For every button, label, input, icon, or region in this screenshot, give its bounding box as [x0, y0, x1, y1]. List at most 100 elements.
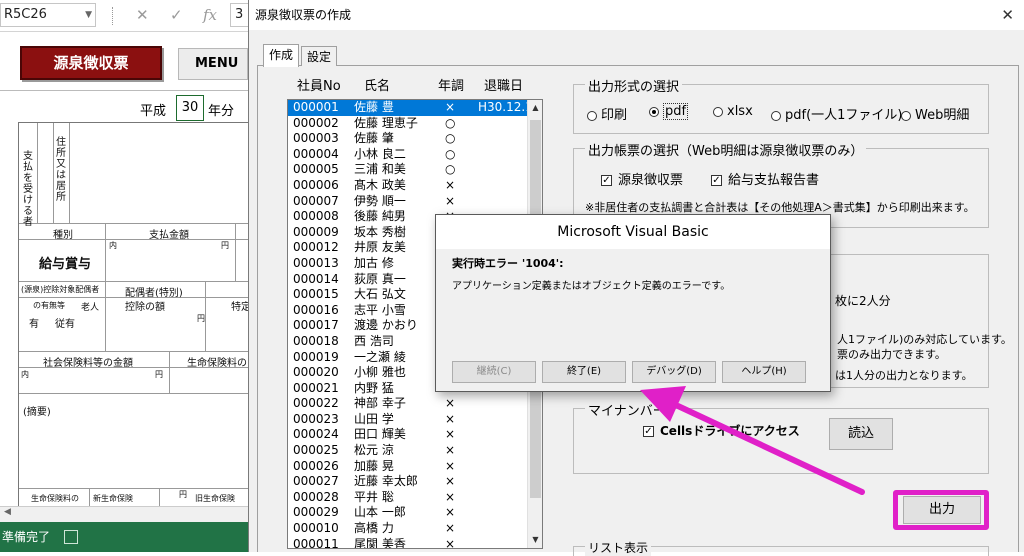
- column-header-retire: 退職日: [484, 79, 524, 94]
- list-cell-adj: ×: [445, 474, 456, 489]
- sheet-tab-bar[interactable]: ◀: [0, 506, 248, 522]
- yen-label: 円: [155, 370, 163, 379]
- list-cell-no: 000024: [293, 427, 339, 442]
- list-item[interactable]: 000005 三浦 和美 ○: [288, 162, 542, 178]
- list-cell-name: 髙木 政美: [354, 177, 406, 192]
- list-cell-adj: ○: [445, 115, 456, 130]
- year-cell[interactable]: 30: [176, 95, 204, 121]
- name-box-value: R5C26: [4, 7, 47, 22]
- list-item[interactable]: 000026 加藤 晃 ×: [288, 459, 542, 475]
- tab-create[interactable]: 作成: [263, 44, 300, 67]
- list-cell-name: 渡邊 かおり: [354, 318, 418, 333]
- gensen-button[interactable]: 源泉徴収票: [20, 46, 162, 80]
- check-icon[interactable]: ✓: [170, 6, 183, 24]
- macro-record-icon[interactable]: [64, 530, 78, 544]
- checkbox[interactable]: ✓: [601, 175, 612, 186]
- radio-circle[interactable]: [771, 110, 781, 121]
- list-cell-adj: ×: [445, 458, 456, 473]
- list-item[interactable]: 000001 佐藤 豊 × H30.12.1: [288, 100, 542, 116]
- list-cell-name: 山田 学: [354, 411, 394, 426]
- list-cell-name: 小林 良二: [354, 146, 406, 161]
- list-cell-no: 000020: [293, 365, 339, 380]
- fx-icon[interactable]: fx: [203, 6, 217, 24]
- list-cell-adj: ×: [445, 505, 456, 520]
- radio-circle[interactable]: [713, 106, 723, 117]
- print-note-1: 枚に2人分: [835, 294, 891, 308]
- annotation-arrow: [640, 386, 865, 495]
- radio-web[interactable]: Web明細: [901, 104, 969, 123]
- list-cell-no: 000027: [293, 474, 339, 489]
- list-item[interactable]: 000025 松元 涼 ×: [288, 443, 542, 459]
- list-cell-name: 加古 修: [354, 255, 394, 270]
- check-salary-report[interactable]: ✓ 給与支払報告書: [711, 169, 819, 188]
- radio-circle[interactable]: [901, 110, 911, 121]
- list-cell-name: 田口 輝美: [354, 427, 406, 442]
- list-cell-no: 000011: [293, 536, 339, 549]
- list-cell-no: 000026: [293, 458, 339, 473]
- error-message: アプリケーション定義またはオブジェクト定義のエラーです。: [452, 281, 731, 292]
- list-cell-adj: ×: [445, 443, 456, 458]
- list-item[interactable]: 000003 佐藤 肇 ○: [288, 131, 542, 147]
- list-cell-no: 000025: [293, 443, 339, 458]
- address-label: 住所又は居所: [56, 137, 66, 203]
- list-cell-name: 小柳 雅也: [354, 365, 406, 380]
- list-item[interactable]: 000004 小林 良二 ○: [288, 147, 542, 163]
- radio-pdf-per-person[interactable]: pdf(一人1ファイル): [771, 104, 903, 123]
- payee-label: 支払を受ける者: [23, 151, 33, 228]
- list-item[interactable]: 000007 伊勢 順一 ×: [288, 194, 542, 210]
- list-cell-no: 000016: [293, 302, 339, 317]
- scroll-down-icon[interactable]: ▼: [528, 532, 543, 548]
- list-cell-adj: ×: [445, 489, 456, 504]
- present-label: 有: [29, 319, 39, 330]
- list-cell-name: 大石 弘文: [354, 287, 406, 302]
- list-item[interactable]: 000028 平井 聡 ×: [288, 490, 542, 506]
- list-item[interactable]: 000002 佐藤 理恵子 ○: [288, 116, 542, 132]
- list-cell-adj: ×: [445, 100, 456, 114]
- list-cell-adj: ○: [445, 162, 456, 177]
- close-icon[interactable]: ✕: [136, 6, 149, 24]
- inner-label: 内: [109, 241, 117, 250]
- list-cell-no: 000014: [293, 271, 339, 286]
- continue-button: 継続(C): [452, 361, 536, 383]
- chevron-down-icon[interactable]: ▼: [85, 4, 92, 26]
- list-cell-no: 000019: [293, 349, 339, 364]
- radio-circle[interactable]: [649, 106, 659, 117]
- list-cell-name: 神部 幸子: [354, 396, 406, 411]
- name-box[interactable]: R5C26 ▼: [0, 3, 96, 27]
- radio-xlsx[interactable]: xlsx: [713, 104, 753, 119]
- list-cell-no: 000028: [293, 489, 339, 504]
- list-item[interactable]: 000010 高橋 力 ×: [288, 521, 542, 537]
- checkbox[interactable]: ✓: [711, 175, 722, 186]
- scroll-left-icon[interactable]: ◀: [4, 507, 11, 517]
- list-cell-name: 一之瀬 綾: [354, 349, 406, 364]
- list-cell-adj: ×: [445, 536, 456, 549]
- list-cell-no: 000004: [293, 146, 339, 161]
- list-cell-no: 000012: [293, 240, 339, 255]
- error-code: 実行時エラー '1004':: [452, 257, 564, 270]
- list-item[interactable]: 000011 尾関 美香 ×: [288, 536, 542, 549]
- list-item[interactable]: 000024 田口 輝美 ×: [288, 427, 542, 443]
- list-item[interactable]: 000029 山本 一郎 ×: [288, 505, 542, 521]
- radio-print[interactable]: 印刷: [587, 104, 627, 123]
- list-item[interactable]: 000022 神部 幸子 ×: [288, 396, 542, 412]
- close-icon[interactable]: ✕: [1001, 0, 1014, 30]
- check-gensen[interactable]: ✓ 源泉徴収票: [601, 169, 683, 188]
- menu-button[interactable]: MENU: [178, 48, 248, 80]
- yen-label: 円: [221, 241, 229, 250]
- radio-pdf[interactable]: pdf: [649, 103, 689, 120]
- list-cell-name: 佐藤 肇: [354, 131, 394, 146]
- list-item[interactable]: 000023 山田 学 ×: [288, 412, 542, 428]
- tab-settings[interactable]: 設定: [301, 46, 338, 66]
- scroll-up-icon[interactable]: ▲: [528, 100, 543, 116]
- output-highlight-box: [893, 490, 989, 530]
- radio-circle[interactable]: [587, 110, 597, 121]
- list-item[interactable]: 000027 近藤 幸太郎 ×: [288, 474, 542, 490]
- output-format-title: 出力形式の選択: [585, 76, 683, 95]
- list-cell-name: 荻原 真一: [354, 271, 406, 286]
- list-cell-name: 佐藤 理恵子: [354, 115, 418, 130]
- list-cell-no: 000023: [293, 411, 339, 426]
- end-button[interactable]: 終了(E): [542, 361, 626, 383]
- list-cell-no: 000010: [293, 521, 339, 536]
- list-item[interactable]: 000006 髙木 政美 ×: [288, 178, 542, 194]
- life-insurance-label: 生命保険料の: [187, 358, 247, 369]
